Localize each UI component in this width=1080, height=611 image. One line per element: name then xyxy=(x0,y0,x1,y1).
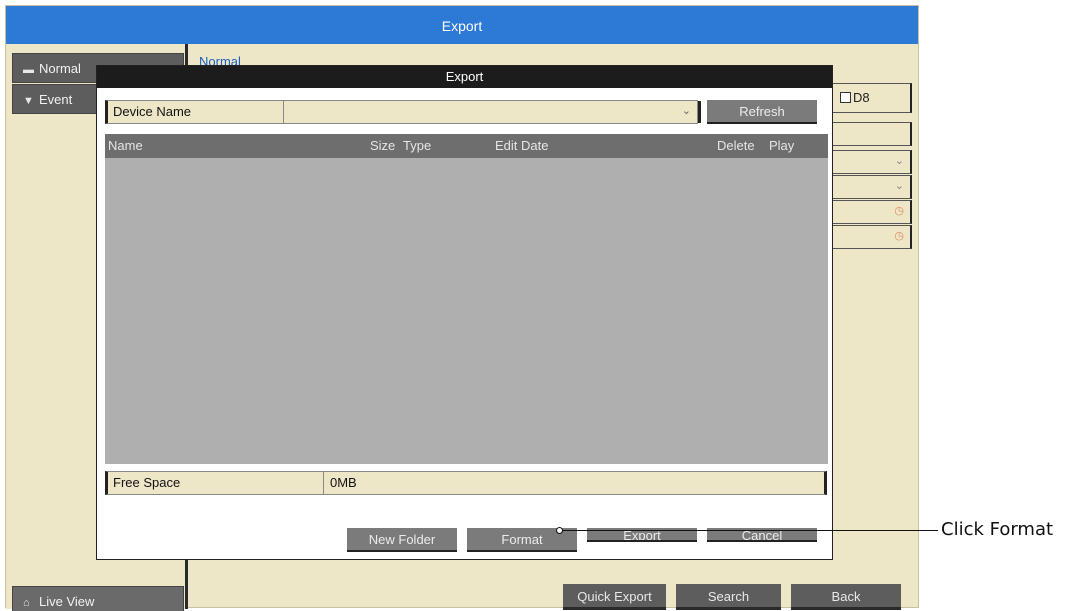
event-icon: ▼ xyxy=(23,95,34,107)
column-header-type: Type xyxy=(403,138,432,153)
column-header-size: Size xyxy=(370,138,396,153)
callout-pointer xyxy=(556,527,563,534)
chevron-down-icon: ⌄ xyxy=(681,105,691,117)
window-title: Export xyxy=(6,6,918,44)
file-list-header: Name Size Type Edit Date Delete Play xyxy=(105,134,828,158)
folder-icon: ▬ xyxy=(23,64,34,76)
export-dialog: Export Device Name ⌄ Refresh Name Size T… xyxy=(96,65,833,560)
refresh-button[interactable]: Refresh xyxy=(707,100,817,124)
back-button[interactable]: Back xyxy=(791,584,901,610)
start-time-field[interactable]: ◷ xyxy=(826,200,912,224)
column-header-name: Name xyxy=(108,138,143,153)
column-header-play: Play xyxy=(769,138,795,153)
bg-field-1 xyxy=(826,122,912,146)
column-header-delete: Delete xyxy=(717,138,755,153)
callout-text: Click Format xyxy=(941,519,1054,540)
chevron-down-icon: ⌄ xyxy=(894,155,904,167)
bg-select-1[interactable]: ⌄ xyxy=(826,150,912,174)
dialog-title: Export xyxy=(97,66,832,88)
free-space-row: Free Space 0MB xyxy=(105,471,827,495)
divider xyxy=(698,101,701,123)
free-space-value: 0MB xyxy=(330,475,357,490)
end-time-field[interactable]: ◷ xyxy=(826,225,912,249)
device-name-label: Device Name xyxy=(113,104,192,119)
quick-export-button[interactable]: Quick Export xyxy=(563,584,666,610)
free-space-label: Free Space xyxy=(113,475,181,490)
search-button[interactable]: Search xyxy=(676,584,781,610)
bg-select-2[interactable]: ⌄ xyxy=(826,175,912,199)
home-icon: ⌂ xyxy=(23,597,30,609)
file-list-body xyxy=(105,158,828,464)
column-header-edit-date: Edit Date xyxy=(495,138,549,153)
channel-field: D8 xyxy=(826,83,912,113)
live-view-label: Live View xyxy=(39,594,95,609)
sidebar-item-label: Event xyxy=(39,92,73,107)
divider xyxy=(323,472,324,494)
channel-label: D8 xyxy=(853,90,870,105)
device-name-select[interactable]: Device Name ⌄ xyxy=(105,100,701,124)
callout-line xyxy=(560,530,938,531)
file-list[interactable]: Name Size Type Edit Date Delete Play xyxy=(105,134,828,464)
channel-checkbox[interactable]: D8 xyxy=(840,90,870,105)
live-view-button[interactable]: ⌂ Live View xyxy=(12,586,184,611)
new-folder-button[interactable]: New Folder xyxy=(347,528,457,552)
sidebar-item-label: Normal xyxy=(39,61,81,76)
clock-icon: ◷ xyxy=(894,230,904,242)
divider xyxy=(283,101,284,123)
clock-icon: ◷ xyxy=(894,205,904,217)
chevron-down-icon: ⌄ xyxy=(894,180,904,192)
